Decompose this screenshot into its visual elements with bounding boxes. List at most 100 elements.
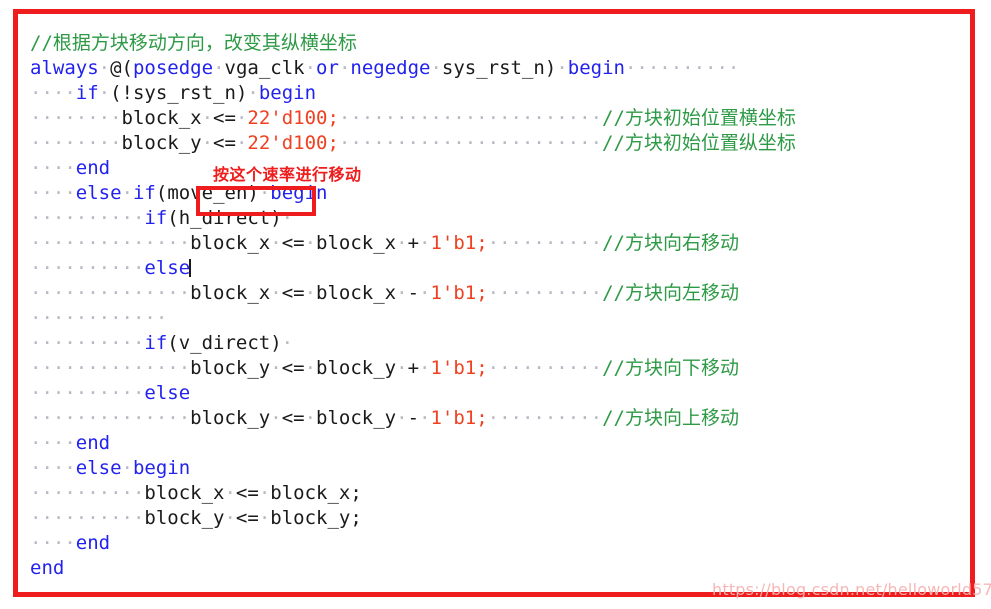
code-token-ws: ··········	[30, 482, 145, 504]
code-token-plain: <=	[213, 132, 236, 154]
code-token-plain: vga_clk	[224, 57, 305, 79]
code-token-ws: ·	[396, 232, 408, 254]
code-line[interactable]: ····end	[30, 431, 970, 456]
text-caret	[189, 259, 192, 277]
code-token-ws: ·	[270, 407, 282, 429]
code-token-ws: ·······················	[338, 107, 603, 129]
code-line[interactable]: ··············block_y·<=·block_y·-·1'b1;…	[30, 406, 970, 431]
code-line[interactable]: ········block_y·<=·22'd100;·············…	[30, 131, 970, 156]
code-token-cmt: //方块向上移动	[602, 407, 739, 429]
code-token-ws: ··········	[30, 507, 145, 529]
code-token-kw: if	[144, 207, 168, 229]
code-line[interactable]: ··········if(h_direct)·	[30, 206, 970, 231]
code-token-ws: ··········	[30, 382, 145, 404]
code-token-kw: else	[144, 257, 191, 279]
code-token-plain: block_y	[144, 507, 225, 529]
code-token-kw: begin	[258, 82, 317, 104]
code-token-kw: else	[75, 457, 122, 479]
code-token-ws: ·	[304, 407, 317, 429]
code-line[interactable]: ··············block_x·<=·block_x·+·1'b1;…	[30, 231, 970, 256]
code-token-plain: block_x	[190, 232, 271, 254]
code-token-ws: ·	[419, 407, 431, 429]
code-token-plain: +	[407, 232, 420, 254]
code-line[interactable]: ····end	[30, 156, 970, 181]
code-token-ws: ··············	[30, 232, 191, 254]
code-token-cmt: //方块向下移动	[602, 357, 739, 379]
code-token-ws: ····	[30, 457, 76, 479]
code-token-ws: ·	[419, 232, 431, 254]
code-line[interactable]: ··········else	[30, 256, 970, 281]
code-token-ws: ··········	[30, 257, 145, 279]
code-line[interactable]: ····else·if(move_en)·begin	[30, 181, 970, 206]
code-token-plain: (move_en)	[155, 182, 259, 204]
code-token-ws: ··········	[487, 407, 603, 429]
code-token-ws: ·	[224, 507, 236, 529]
code-token-plain: block_y	[316, 357, 397, 379]
code-token-ws: ·	[270, 232, 282, 254]
code-token-ws: ··········	[487, 232, 603, 254]
code-token-cmt: //根据方块移动方向，改变其纵横坐标	[30, 32, 357, 54]
code-token-kw: if	[132, 182, 156, 204]
code-token-ws: ··········	[624, 57, 740, 79]
code-token-ws: ·	[98, 82, 111, 104]
code-token-cmt: //方块向右移动	[602, 232, 739, 254]
code-token-ws: ··············	[30, 357, 191, 379]
code-token-ws: ·	[430, 57, 442, 79]
code-line[interactable]: //根据方块移动方向，改变其纵横坐标	[30, 31, 970, 56]
code-token-kw: else	[144, 382, 191, 404]
code-token-ws: ····	[30, 82, 76, 104]
code-token-plain: (h_direct)	[167, 207, 282, 229]
code-line[interactable]: ····else·begin	[30, 456, 970, 481]
code-line[interactable]: ··············block_y·<=·block_y·+·1'b1;…	[30, 356, 970, 381]
code-token-plain: block_y	[190, 357, 271, 379]
code-line[interactable]: ··········else	[30, 381, 970, 406]
code-token-kw: posedge	[132, 57, 214, 79]
code-token-kw: else	[75, 182, 122, 204]
csdn-watermark: https://blog.csdn.net/helloworld573	[712, 580, 991, 599]
code-token-kw: always	[30, 57, 99, 79]
code-token-plain: (v_direct)	[167, 332, 282, 354]
code-line[interactable]: ··············block_x·<=·block_x·-·1'b1;…	[30, 281, 970, 306]
code-line[interactable]: end	[30, 556, 970, 581]
code-editor-body[interactable]: //根据方块移动方向，改变其纵横坐标 always·@(posedge·vga_c…	[30, 31, 970, 591]
code-token-ws: ·	[270, 282, 282, 304]
code-token-num: 22'd100;	[247, 132, 339, 154]
code-token-kw: end	[30, 557, 65, 579]
code-token-ws: ············	[30, 307, 168, 329]
code-token-ws: ·······················	[338, 132, 603, 154]
code-line[interactable]: ····end	[30, 531, 970, 556]
code-token-ws: ·	[224, 482, 236, 504]
code-token-kw: begin	[132, 457, 191, 479]
code-line[interactable]: ········block_x·<=·22'd100;·············…	[30, 106, 970, 131]
code-token-ws: ··············	[30, 407, 191, 429]
code-token-ws: ·	[338, 57, 351, 79]
code-token-ws: ····	[30, 532, 76, 554]
code-token-ws: ··········	[487, 282, 603, 304]
code-token-plain: -	[407, 282, 420, 304]
code-line[interactable]: ··········block_x·<=·block_x;	[30, 481, 970, 506]
code-token-plain: block_x	[190, 282, 271, 304]
code-token-ws: ·	[258, 182, 271, 204]
code-token-kw: end	[75, 432, 111, 454]
red-annotation-note: 按这个速率进行移动	[213, 165, 362, 184]
code-line[interactable]: always·@(posedge·vga_clk·or·negedge·sys_…	[30, 56, 970, 81]
code-line[interactable]: ··········if(v_direct)·	[30, 331, 970, 356]
code-token-num: 1'b1;	[430, 282, 488, 304]
code-line[interactable]: ············	[30, 306, 970, 331]
code-line[interactable]: ····if·(!sys_rst_n)·begin	[30, 81, 970, 106]
code-token-ws: ····	[30, 157, 76, 179]
code-line[interactable]: ··········block_y·<=·block_y;	[30, 506, 970, 531]
code-token-plain: block_y;	[270, 507, 362, 529]
code-token-ws: ·	[235, 107, 248, 129]
code-token-ws: ·	[396, 407, 408, 429]
code-token-kw: begin	[270, 182, 328, 204]
code-token-kw: end	[75, 532, 111, 554]
code-token-kw: negedge	[350, 57, 431, 79]
code-token-ws: ·	[281, 332, 294, 354]
code-token-ws: ·	[556, 57, 568, 79]
code-token-cmt: //方块向左移动	[602, 282, 739, 304]
code-token-num: 1'b1;	[430, 407, 488, 429]
code-token-ws: ·	[235, 132, 248, 154]
code-token-ws: ·	[419, 282, 431, 304]
code-token-ws: ·	[121, 182, 133, 204]
